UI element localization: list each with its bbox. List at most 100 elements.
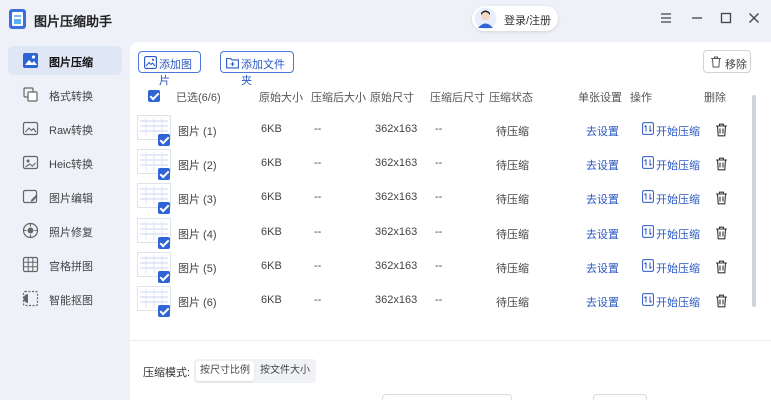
delete-icon[interactable] [715, 226, 728, 240]
mode-option-by-file-size[interactable]: 按文件大小 [256, 361, 314, 381]
add-folder-label: 添加文件夹 [241, 59, 285, 87]
settings-link[interactable]: 去设置 [586, 157, 619, 173]
mode-option-by-dimensions[interactable]: 按尺寸比例 [196, 361, 254, 381]
compressed-dims: -- [435, 225, 443, 238]
sidebar-item-smart-cutout[interactable]: 智能抠图 [8, 284, 122, 313]
compress-status: 待压缩 [496, 262, 529, 275]
sidebar-item-photo-repair[interactable]: 照片修复 [8, 216, 122, 245]
compress-status: 待压缩 [496, 194, 529, 207]
sidebar-item-label: 图片压缩 [49, 57, 93, 69]
sidebar-item-label: 智能抠图 [49, 295, 93, 307]
sidebar-item-heic-convert[interactable]: Heic转换 [8, 148, 122, 177]
app-logo-icon [9, 9, 26, 29]
row-checkbox[interactable] [158, 305, 170, 317]
start-compress-button[interactable]: 开始压缩 [656, 191, 700, 207]
file-name: 图片 (5) [178, 262, 217, 275]
header-action: 操作 [630, 92, 652, 104]
compressed-dims: -- [435, 294, 443, 306]
original-dims: 362x163 [375, 259, 418, 272]
sidebar-item-image-compress[interactable]: 图片压缩 [8, 46, 122, 75]
add-folder-button[interactable]: 添加文件夹 [220, 51, 294, 87]
grid-collage-icon [22, 256, 39, 273]
output-settings-field[interactable] [382, 394, 512, 400]
sidebar-item-label: 格式转换 [49, 91, 93, 103]
start-compress-icon [642, 122, 654, 135]
divider [130, 340, 771, 341]
start-compress-icon [642, 258, 654, 272]
sidebar-item-label: Raw转换 [49, 125, 94, 137]
sidebar-item-label: 照片修复 [49, 227, 93, 239]
settings-link[interactable]: 去设置 [586, 123, 619, 139]
sidebar-item-format-convert[interactable]: 格式转换 [8, 80, 122, 109]
remove-button[interactable]: 移除 [703, 50, 751, 73]
add-image-icon [144, 56, 157, 69]
add-image-label: 添加图片 [159, 59, 192, 87]
row-checkbox[interactable] [158, 168, 170, 181]
remove-label: 移除 [725, 59, 747, 71]
settings-link[interactable]: 去设置 [586, 294, 619, 310]
compressed-size: -- [314, 225, 322, 238]
heic-convert-icon [22, 155, 39, 170]
delete-icon[interactable] [715, 260, 728, 274]
action-button[interactable] [593, 394, 647, 400]
file-name: 图片 (6) [178, 297, 217, 309]
start-compress-button[interactable]: 开始压缩 [656, 294, 700, 310]
avatar [474, 7, 497, 30]
sidebar-item-label: Heic转换 [49, 159, 94, 171]
original-size: 6KB [261, 157, 282, 170]
start-compress-button[interactable]: 开始压缩 [656, 123, 700, 139]
delete-icon[interactable] [715, 294, 728, 308]
menu-icon[interactable] [657, 9, 675, 27]
start-compress-button[interactable]: 开始压缩 [656, 260, 700, 276]
delete-icon[interactable] [715, 123, 728, 137]
compressed-size: -- [314, 294, 322, 306]
original-size: 6KB [261, 191, 282, 204]
maximize-icon[interactable] [717, 9, 735, 27]
sidebar: 图片压缩 格式转换 Raw转换 Heic转换 图片编辑 照片修复 宫格拼图 智能… [0, 38, 130, 400]
compress-status: 待压缩 [496, 126, 529, 138]
sidebar-item-label: 宫格拼图 [49, 261, 93, 273]
file-name: 图片 (1) [178, 126, 217, 138]
table-row: 图片 (5) 6KB -- 362x163 -- 待压缩 去设置 开始压缩 [130, 251, 755, 286]
delete-icon[interactable] [715, 191, 728, 205]
compressed-size: -- [314, 259, 322, 272]
login-label: 登录/注册 [504, 15, 552, 27]
original-size: 6KB [261, 259, 282, 272]
trash-icon [711, 56, 721, 68]
compress-status: 待压缩 [496, 160, 529, 173]
start-compress-button[interactable]: 开始压缩 [656, 226, 700, 242]
delete-icon[interactable] [715, 157, 728, 171]
file-name: 图片 (2) [178, 160, 217, 173]
sidebar-item-image-edit[interactable]: 图片编辑 [8, 182, 122, 211]
sidebar-item-grid-collage[interactable]: 宫格拼图 [8, 250, 122, 279]
sidebar-item-raw-convert[interactable]: Raw转换 [8, 114, 122, 143]
scrollbar[interactable] [752, 95, 756, 307]
row-checkbox[interactable] [158, 202, 170, 215]
add-image-button[interactable]: 添加图片 [138, 51, 201, 87]
settings-link[interactable]: 去设置 [586, 226, 619, 242]
file-name: 图片 (3) [178, 194, 217, 207]
row-checkbox[interactable] [158, 270, 170, 283]
sidebar-item-label: 图片编辑 [49, 193, 93, 205]
login-button[interactable]: 登录/注册 [472, 6, 558, 31]
compressed-size: -- [314, 123, 322, 135]
original-dims: 362x163 [375, 157, 418, 170]
select-all-checkbox[interactable] [148, 90, 160, 102]
settings-link[interactable]: 去设置 [586, 260, 619, 276]
compressed-size: -- [314, 191, 322, 204]
close-icon[interactable] [745, 9, 763, 27]
original-size: 6KB [261, 294, 282, 306]
start-compress-button[interactable]: 开始压缩 [656, 157, 700, 173]
minimize-icon[interactable] [688, 9, 706, 27]
file-name: 图片 (4) [178, 228, 217, 241]
row-checkbox[interactable] [158, 134, 170, 146]
compressed-size: -- [314, 157, 322, 170]
compressed-dims: -- [435, 191, 443, 204]
smart-cutout-icon [22, 290, 39, 307]
compress-status: 待压缩 [496, 297, 529, 309]
row-checkbox[interactable] [158, 236, 170, 249]
image-edit-icon [22, 189, 38, 204]
settings-link[interactable]: 去设置 [586, 191, 619, 207]
raw-convert-icon [22, 121, 39, 136]
photo-repair-icon [22, 222, 39, 239]
